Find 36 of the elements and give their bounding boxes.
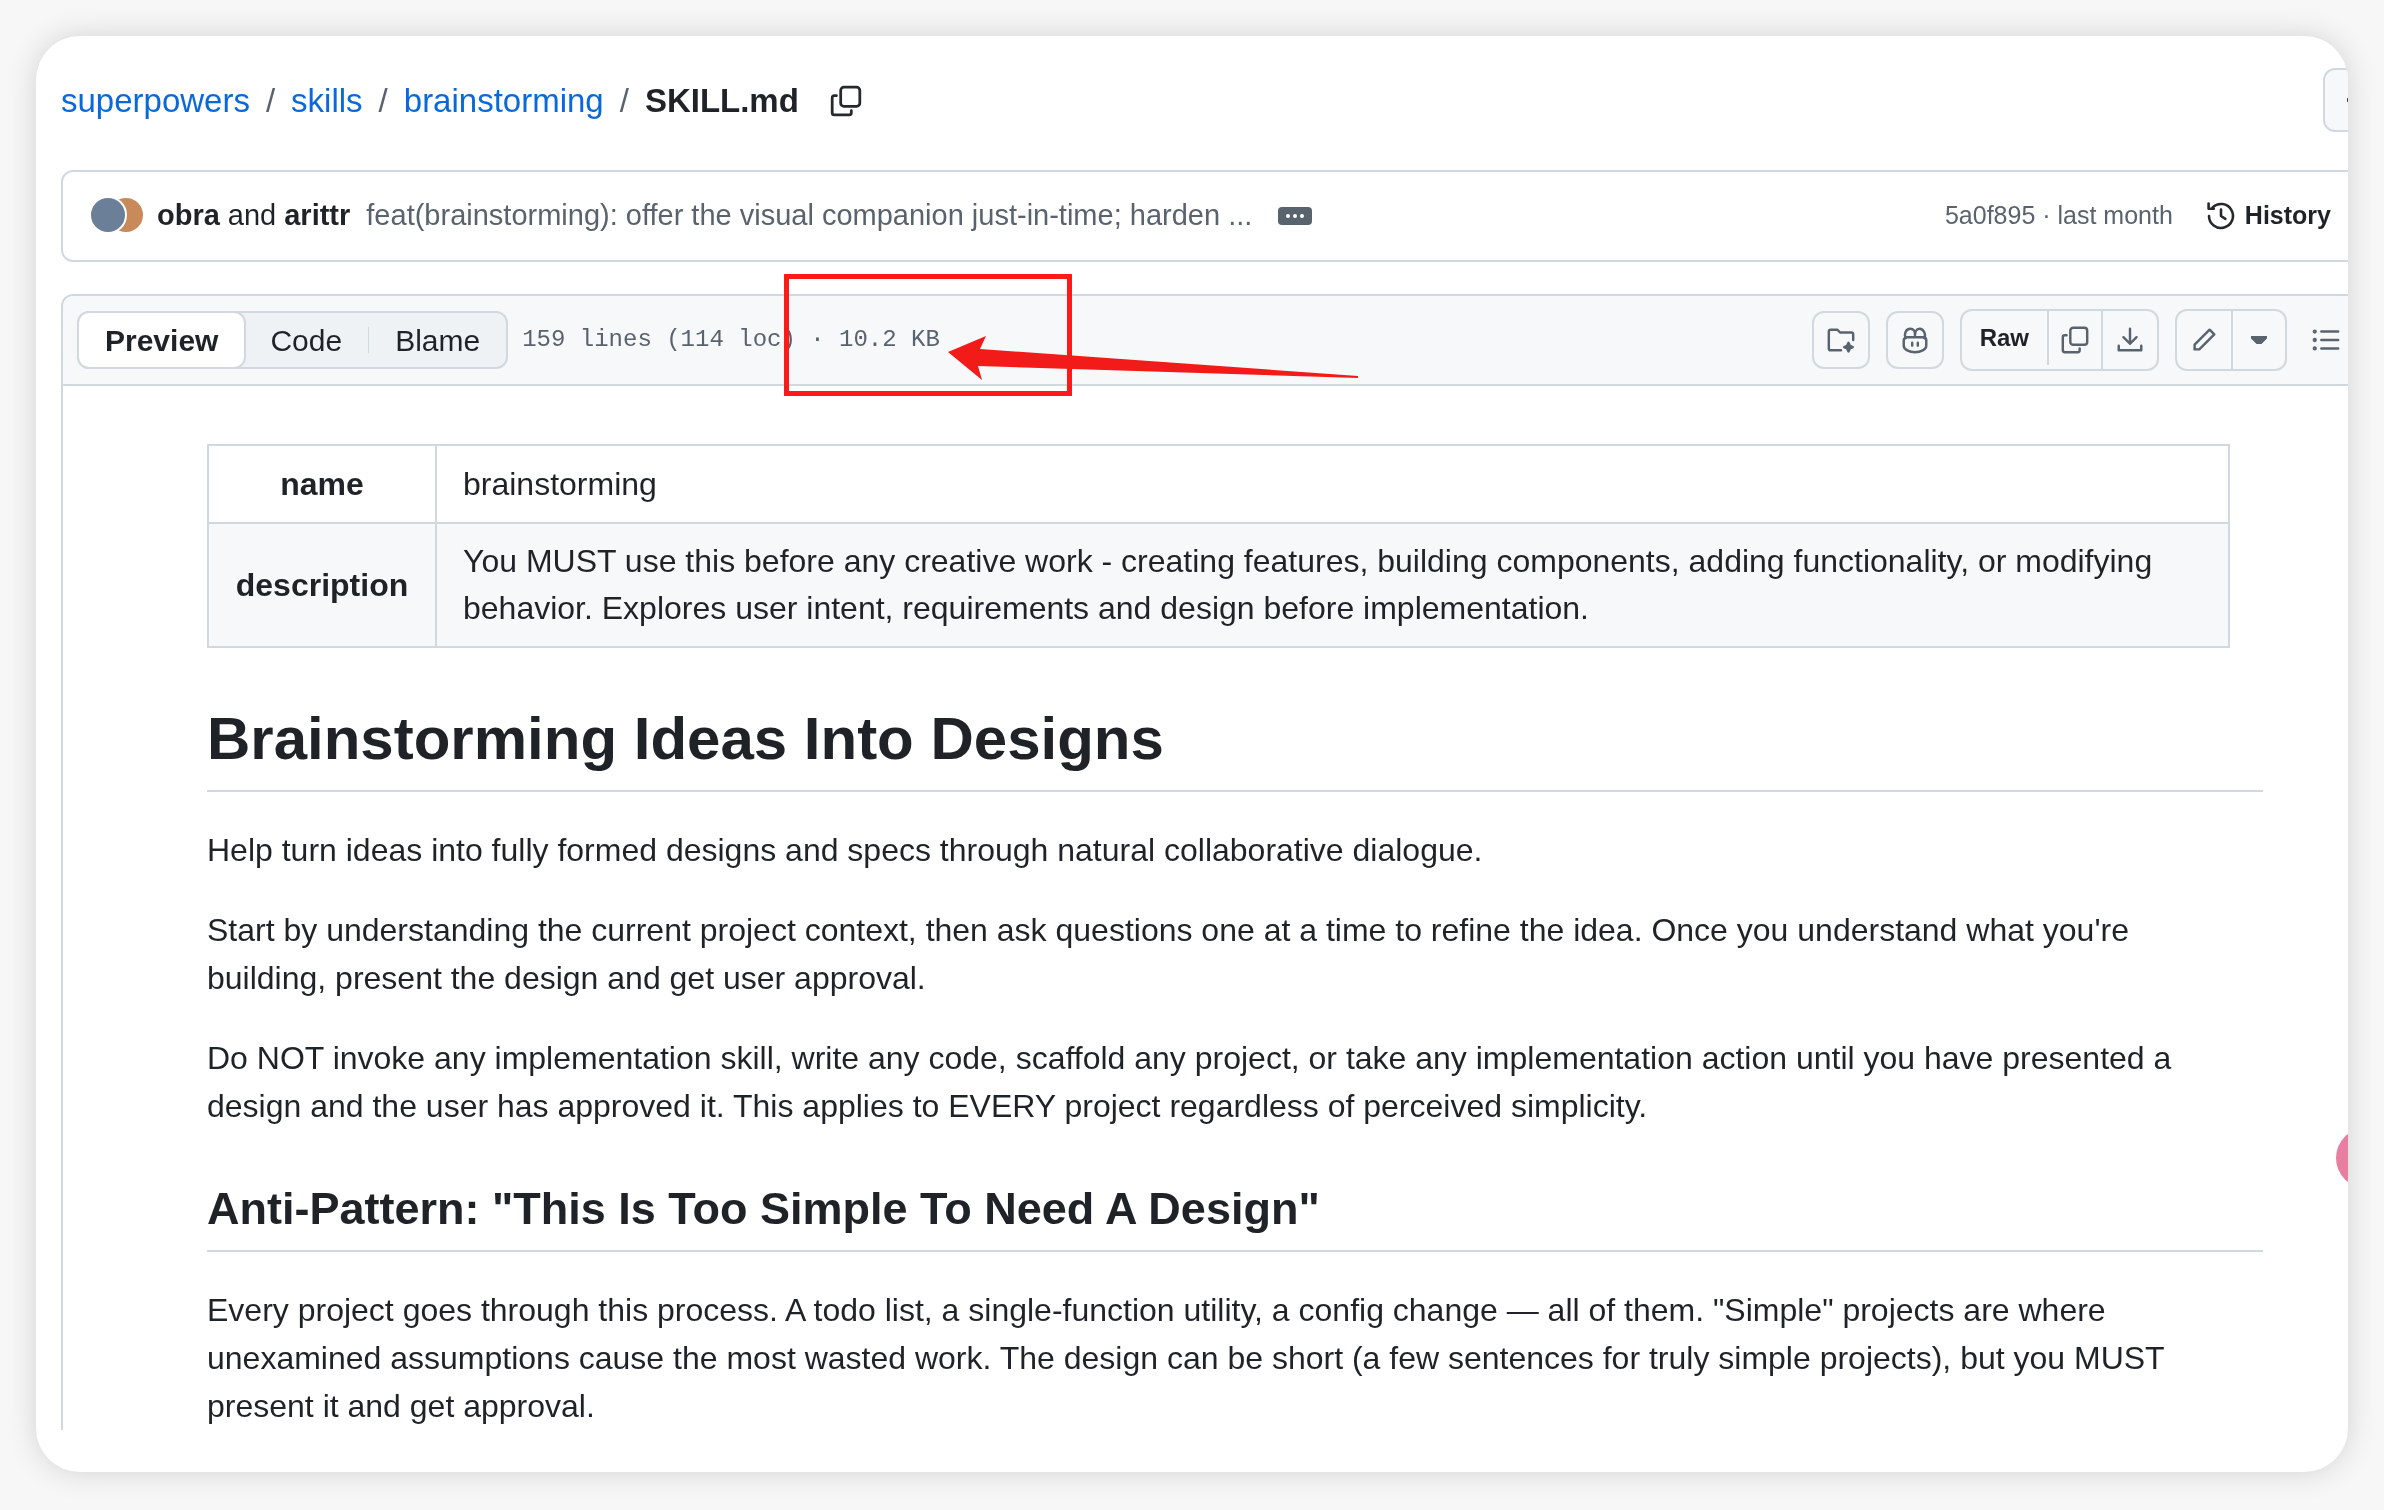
file-name: SKILL.md (644, 81, 799, 122)
copilot-button[interactable] (1885, 311, 1944, 369)
commit-message[interactable]: feat(brainstorming): offer the visual companion just-in-time; harden ... (366, 194, 1253, 238)
subheading: Anti-Pattern: "This Is Too Simple To Need A Design" (207, 1178, 2263, 1252)
author-link[interactable]: arittr (284, 194, 351, 238)
path-separator: / (378, 81, 388, 122)
path-separator: / (265, 81, 276, 122)
table-cell: You MUST use this before any creative work - creating features, building components, adding functionality, or modifying behavior. Explores user intent, requirements and design before implementation. (436, 523, 2229, 647)
paragraph: Help turn ideas into fully formed designs and specs through natural collaborative dialogue. (207, 831, 1484, 870)
path-separator: / (619, 81, 629, 122)
history-link[interactable]: History (2204, 197, 2331, 235)
author-link[interactable]: obra (157, 194, 220, 238)
paragraph: Every project goes through this process. A todo list, a single-function utility, a config change — all of them. "Simple" projects are where unexamined assumptions cause the most wasted work. The design can be short (a few sentences for truly simple projects), but you MUST present it and get approval. (207, 1291, 2166, 1426)
history-icon (2204, 200, 2237, 232)
caret-icon (2251, 336, 2267, 344)
breadcrumb-link[interactable]: skills (291, 76, 363, 126)
paragraph: Do NOT invoke any implementation skill, write any code, scaffold any project, or take any implementation action until you have presented a design and the user has approved it. This applies to EVERY project regardless of perceived simplicity. (207, 1039, 2173, 1126)
view-tab[interactable]: Preview (77, 311, 247, 369)
expand-button[interactable] (1278, 207, 1313, 225)
table-header-cell: name (208, 445, 436, 523)
view-tab[interactable]: Blame (369, 313, 507, 367)
heading: Brainstorming Ideas Into Designs (207, 700, 2263, 792)
breadcrumb-link[interactable]: brainstorming (403, 76, 604, 126)
copy-icon (2060, 325, 2090, 355)
table-header-cell: description (208, 523, 436, 647)
copy-icon (828, 84, 863, 118)
folder-sparkle-icon (1825, 325, 1856, 355)
download-icon (2115, 325, 2145, 355)
commit-info[interactable]: 5a0f895 · last month (1944, 197, 2173, 235)
table-cell: brainstorming (436, 445, 2229, 523)
breadcrumb-link[interactable]: superpowers (61, 76, 250, 126)
add-file-button[interactable] (1811, 311, 1870, 369)
paragraph: Start by understanding the current project context, then ask questions one at a time to refine the idea. Once you understand what you're building, present the design and get user approval. (207, 911, 2130, 998)
author-joiner: and (227, 198, 277, 234)
view-tab[interactable]: Code (244, 313, 369, 367)
avatar (89, 196, 127, 234)
